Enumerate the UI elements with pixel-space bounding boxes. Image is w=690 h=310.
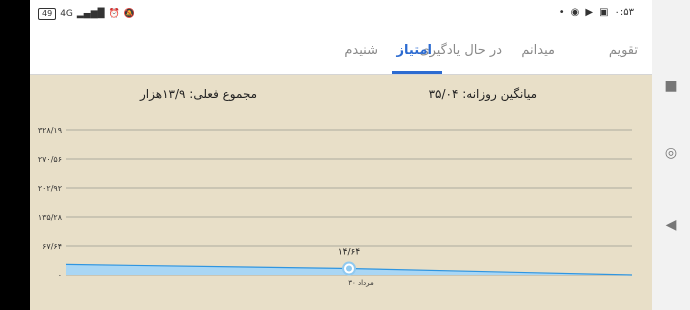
tab-bar: تقویم میدانم در حال یادگیری امتیاز شنیدم (30, 30, 652, 75)
y-tick-label: ۲۷۰/۵۶ (38, 155, 62, 164)
score-chart: ۳۲۸/۱۹ ۲۷۰/۵۶ ۲۰۲/۹۲ ۱۳۵/۲۸ ۶۷/۶۴ ۰ ۱۴/۶۴ ۳۰ م… (38, 126, 633, 287)
battery-indicator: 49 (38, 8, 57, 20)
dot-icon: • (558, 7, 565, 18)
status-bar: 49 4G ▂▄▆█ ⏰ 🔕 • ◉ ▶ ▣ ۰:۵۳ (30, 0, 652, 30)
network-label: 4G (60, 9, 73, 19)
y-tick-label: ۶۷/۶۴ (42, 242, 62, 251)
y-tick-label: ۲۰۲/۹۲ (38, 184, 62, 193)
tab-calendar[interactable]: تقویم (609, 43, 638, 58)
total-actual: مجموع فعلی: ۱۳/۹هزار (140, 87, 258, 101)
highlight-value-label: ۱۴/۶۴ (338, 248, 361, 258)
circle-icon[interactable]: ◎ (652, 145, 690, 161)
status-left: 49 4G ▂▄▆█ ⏰ 🔕 (38, 8, 135, 20)
alarm-icon: ⏰ (108, 9, 120, 19)
whatsapp-icon: ◉ (570, 7, 580, 18)
status-right: • ◉ ▶ ▣ ۰:۵۳ (559, 7, 634, 18)
play-icon: ▶ (585, 7, 594, 18)
tab-score[interactable]: امتیاز (397, 43, 432, 58)
app-icon: ▣ (599, 7, 609, 18)
y-tick-label: ۰ (58, 271, 62, 280)
tab-known[interactable]: میدانم (521, 43, 555, 58)
triangle-icon[interactable]: ◀ (652, 217, 690, 233)
daily-average: میانگین روزانه: ۳۵/۰۴ (428, 87, 537, 101)
navigation-bar: ■ ◎ ◀ (652, 0, 690, 310)
app-screen: 49 4G ▂▄▆█ ⏰ 🔕 • ◉ ▶ ▣ ۰:۵۳ تقویم میدانم… (30, 0, 652, 310)
highlight-point-core (346, 265, 352, 272)
y-tick-label: ۱۳۵/۲۸ (38, 213, 63, 222)
active-tab-indicator (392, 71, 442, 74)
signal-icon: ▂▄▆█ (76, 9, 105, 19)
y-tick-label: ۳۲۸/۱۹ (38, 126, 62, 135)
mute-icon: 🔕 (123, 9, 136, 19)
x-date-label: ۳۰ مرداد (348, 279, 374, 287)
clock-time: ۰:۵۳ (614, 7, 634, 18)
tab-heard[interactable]: شنیدم (344, 43, 378, 58)
square-icon[interactable]: ■ (652, 78, 690, 94)
